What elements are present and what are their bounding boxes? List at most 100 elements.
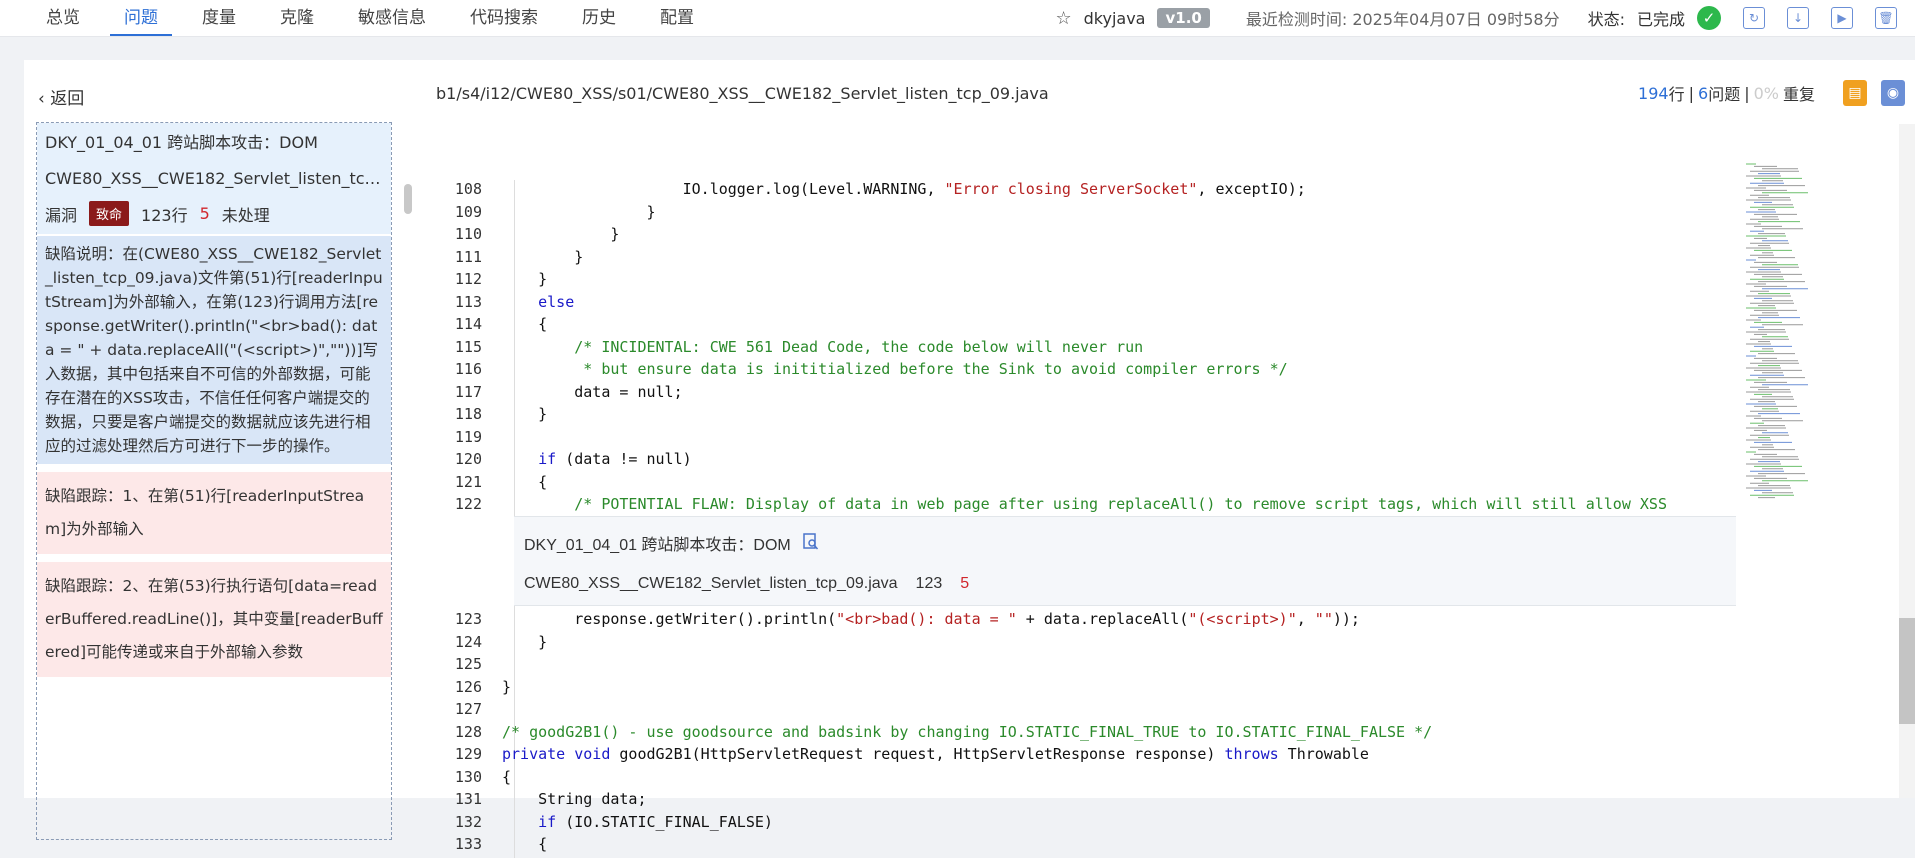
line-text: if (IO.STATIC_FINAL_FALSE)	[538, 812, 773, 831]
code-panel: b1/s4/i12/CWE80_XSS/s01/CWE80_XSS__CWE18…	[412, 60, 1915, 858]
tab-issues[interactable]: 问题	[102, 0, 180, 36]
line-text: /* POTENTIAL FLAW: Display of data in we…	[502, 495, 1667, 513]
code-scrollbar-thumb[interactable]	[1899, 618, 1915, 724]
code-line: 112 }	[412, 268, 1735, 290]
line-number: 133	[454, 835, 482, 853]
project-name: dkyjava	[1083, 8, 1146, 28]
line-number: 130	[454, 767, 482, 786]
issue-card[interactable]: DKY_01_04_01 跨站脚本攻击：DOM CWE80_XSS__CWE18…	[36, 122, 392, 840]
popup-file: CWE80_XSS__CWE182_Servlet_listen_tcp_09.…	[524, 575, 898, 592]
line-number: 131	[454, 790, 482, 808]
issue-panel: ‹ 返回 DKY_01_04_01 跨站脚本攻击：DOM CWE80_XSS__…	[24, 60, 412, 840]
tab-history[interactable]: 历史	[560, 0, 638, 36]
line-number: 116	[454, 360, 482, 378]
line-number: 126	[454, 677, 482, 696]
line-number: 120	[454, 450, 482, 468]
line-number: 112	[454, 270, 482, 288]
code-line: 125	[412, 653, 1735, 675]
popup-title: DKY_01_04_01 跨站脚本攻击：DOM	[524, 537, 791, 554]
code-line: 131 String data;	[412, 788, 1735, 810]
search-doc-icon[interactable]	[803, 532, 819, 554]
issue-description: 缺陷说明：在(CWE80_XSS__CWE182_Servlet_listen_…	[37, 236, 391, 464]
line-text: else	[538, 292, 575, 311]
line-text: /* INCIDENTAL: CWE 561 Dead Code, the co…	[502, 337, 1144, 356]
tab-code-search[interactable]: 代码搜索	[448, 0, 560, 36]
tab-sensitive[interactable]: 敏感信息	[336, 0, 448, 36]
line-number: 111	[454, 247, 482, 266]
code-line: 115 /* INCIDENTAL: CWE 561 Dead Code, th…	[412, 336, 1735, 358]
line-text: if (data != null)	[538, 450, 692, 468]
line-number: 121	[454, 472, 482, 491]
line-text: {	[502, 835, 548, 853]
line-text: }	[502, 405, 548, 423]
tab-overview[interactable]: 总览	[24, 0, 102, 36]
line-text: String data;	[502, 790, 647, 808]
inline-issue-popup[interactable]: DKY_01_04_01 跨站脚本攻击：DOM CWE80_XSS__CWE18…	[514, 516, 1736, 606]
check-icon: ✓	[1697, 6, 1721, 30]
code-line: 121 {	[412, 471, 1735, 493]
issue-title: DKY_01_04_01 跨站脚本攻击：DOM	[37, 123, 391, 163]
left-scrollbar[interactable]	[404, 184, 412, 214]
download-icon[interactable]: ↓	[1787, 7, 1809, 29]
issue-count-total: 6	[1698, 83, 1709, 103]
code-line: 127	[412, 698, 1735, 720]
line-number: 122	[454, 495, 482, 513]
line-number: 123	[454, 610, 482, 628]
popup-count: 5	[960, 575, 970, 592]
line-text: }	[502, 202, 656, 221]
code-line: 132 if (IO.STATIC_FINAL_FALSE)	[412, 811, 1735, 833]
code-line: 111 }	[412, 246, 1735, 268]
play-icon[interactable]: ▶	[1831, 7, 1853, 29]
code-line: 110 }	[412, 223, 1735, 245]
line-text: * but ensure data is inititialized befor…	[502, 360, 1288, 378]
code-line: 130 {	[412, 766, 1735, 788]
top-bar: 总览 问题 度量 克隆 敏感信息 代码搜索 历史 配置 ☆ dkyjava v1…	[0, 0, 1915, 37]
refresh-icon[interactable]: ↻	[1743, 7, 1765, 29]
line-number: 109	[454, 202, 482, 221]
back-button[interactable]: ‹ 返回	[38, 84, 84, 109]
line-text: IO.logger.log(Level.WARNING, "Error clos…	[502, 180, 1306, 198]
code-line: 114 {	[412, 313, 1735, 335]
code-line: 133 {	[412, 833, 1735, 855]
line-text: }	[502, 247, 584, 266]
code-line: 119	[412, 426, 1735, 448]
line-text: }	[502, 632, 548, 651]
line-number: 128	[454, 722, 482, 741]
code-line: 108 IO.logger.log(Level.WARNING, "Error …	[412, 178, 1735, 200]
version-badge: v1.0	[1157, 8, 1210, 28]
code-line: 117 data = null;	[412, 381, 1735, 403]
last-check-time: 最近检测时间: 2025年04月07日 09时58分	[1245, 10, 1560, 29]
line-count-unit: 行	[1668, 85, 1685, 104]
line-number: 108	[454, 180, 482, 198]
line-number: 129	[454, 745, 482, 763]
issue-trace-1[interactable]: 缺陷跟踪：1、在第(51)行[readerInputStream]为外部输入	[37, 472, 391, 554]
tab-metrics[interactable]: 度量	[180, 0, 258, 36]
code-line: 128 /* goodG2B1() - use goodsource and ba…	[412, 721, 1735, 743]
delete-icon[interactable]: 🗑	[1875, 7, 1897, 29]
code-line: 122 /* POTENTIAL FLAW: Display of data i…	[412, 493, 1735, 515]
line-text: private void goodG2B1(HttpServletRequest…	[502, 745, 1369, 763]
line-number: 118	[454, 405, 482, 423]
star-icon[interactable]: ☆	[1056, 8, 1072, 29]
line-number: 127	[454, 700, 482, 718]
tab-config[interactable]: 配置	[638, 0, 716, 36]
code-line: 126}	[412, 676, 1735, 698]
line-number: 115	[454, 337, 482, 356]
line-number: 117	[454, 382, 482, 401]
code-line: 123 response.getWriter().println("<br>ba…	[412, 608, 1735, 630]
code-line: 118 }	[412, 403, 1735, 425]
line-number: 114	[454, 315, 482, 333]
code-scrollbar[interactable]	[1899, 124, 1915, 798]
issue-count-unit: 问题	[1708, 85, 1741, 104]
code-line: 109 }	[412, 201, 1735, 223]
line-number: 132	[454, 812, 482, 831]
line-count: 194	[1638, 83, 1669, 103]
line-number: 124	[454, 632, 482, 651]
code-line: 129 private void goodG2B1(HttpServletRequ…	[412, 743, 1735, 765]
tab-clones[interactable]: 克隆	[258, 0, 336, 36]
issue-trace-2[interactable]: 缺陷跟踪：2、在第(53)行执行语句[data=readerBuffered.r…	[37, 562, 391, 677]
issue-lines: 123行	[141, 205, 188, 225]
issue-meta: 漏洞 致命 123行 5 未处理	[37, 195, 391, 234]
code-minimap[interactable]	[1742, 60, 1892, 510]
code-line: 120 if (data != null)	[412, 448, 1735, 470]
